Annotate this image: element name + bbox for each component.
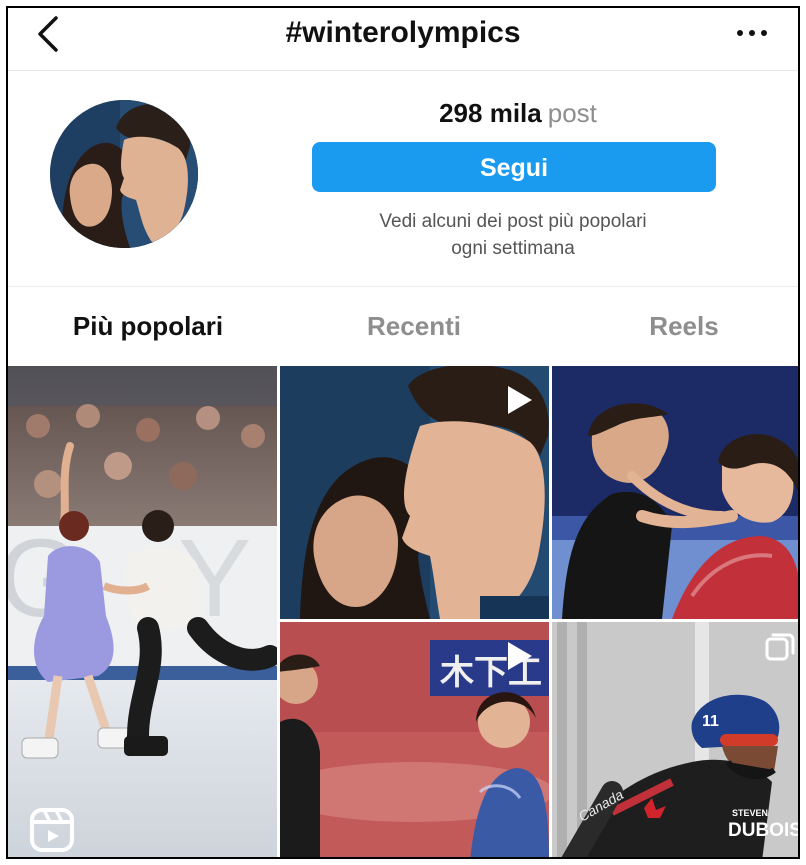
hint-line-2: ogni settimana <box>451 238 575 259</box>
post-tile-video[interactable] <box>280 366 549 619</box>
play-icon <box>508 642 532 670</box>
tab-recent[interactable]: Recenti <box>294 311 534 342</box>
content-tabs: Più popolari Recenti Reels <box>8 286 798 367</box>
tab-reels[interactable]: Reels <box>564 311 798 342</box>
play-icon <box>508 386 532 414</box>
hint-line-1: Vedi alcuni dei post più popolari <box>379 211 647 232</box>
athlete-first-name: STEVEN <box>732 808 768 818</box>
hashtag-avatar <box>50 100 198 248</box>
more-horizontal-icon <box>737 30 767 36</box>
page-title: #winterolympics <box>285 16 521 49</box>
post-stats: 298 mila post <box>308 98 728 129</box>
top-bar: #winterolympics <box>8 8 798 71</box>
post-count: 298 mila <box>439 98 542 128</box>
post-unit-label: post <box>547 98 597 128</box>
post-tile-video[interactable]: 木下工 <box>280 622 549 857</box>
post-tile-photo[interactable] <box>552 366 798 619</box>
post-tile-carousel[interactable]: 11 Canada STEVEN DUBOIS <box>552 622 800 857</box>
post-grid: G Y <box>8 366 800 857</box>
post-tile-reel[interactable]: G Y <box>8 366 277 857</box>
reels-icon <box>30 808 74 852</box>
app-frame: #winterolympics 298 mila post Segui Vedi … <box>6 6 800 859</box>
carousel-icon <box>765 633 795 661</box>
tab-most-popular[interactable]: Più popolari <box>28 311 268 342</box>
helmet-number: 11 <box>702 713 719 730</box>
more-options-button[interactable] <box>734 18 770 48</box>
athlete-last-name: DUBOIS <box>728 820 800 841</box>
popular-posts-hint: Vedi alcuni dei post più popolari ogni s… <box>308 208 718 262</box>
follow-button[interactable]: Segui <box>312 142 716 192</box>
